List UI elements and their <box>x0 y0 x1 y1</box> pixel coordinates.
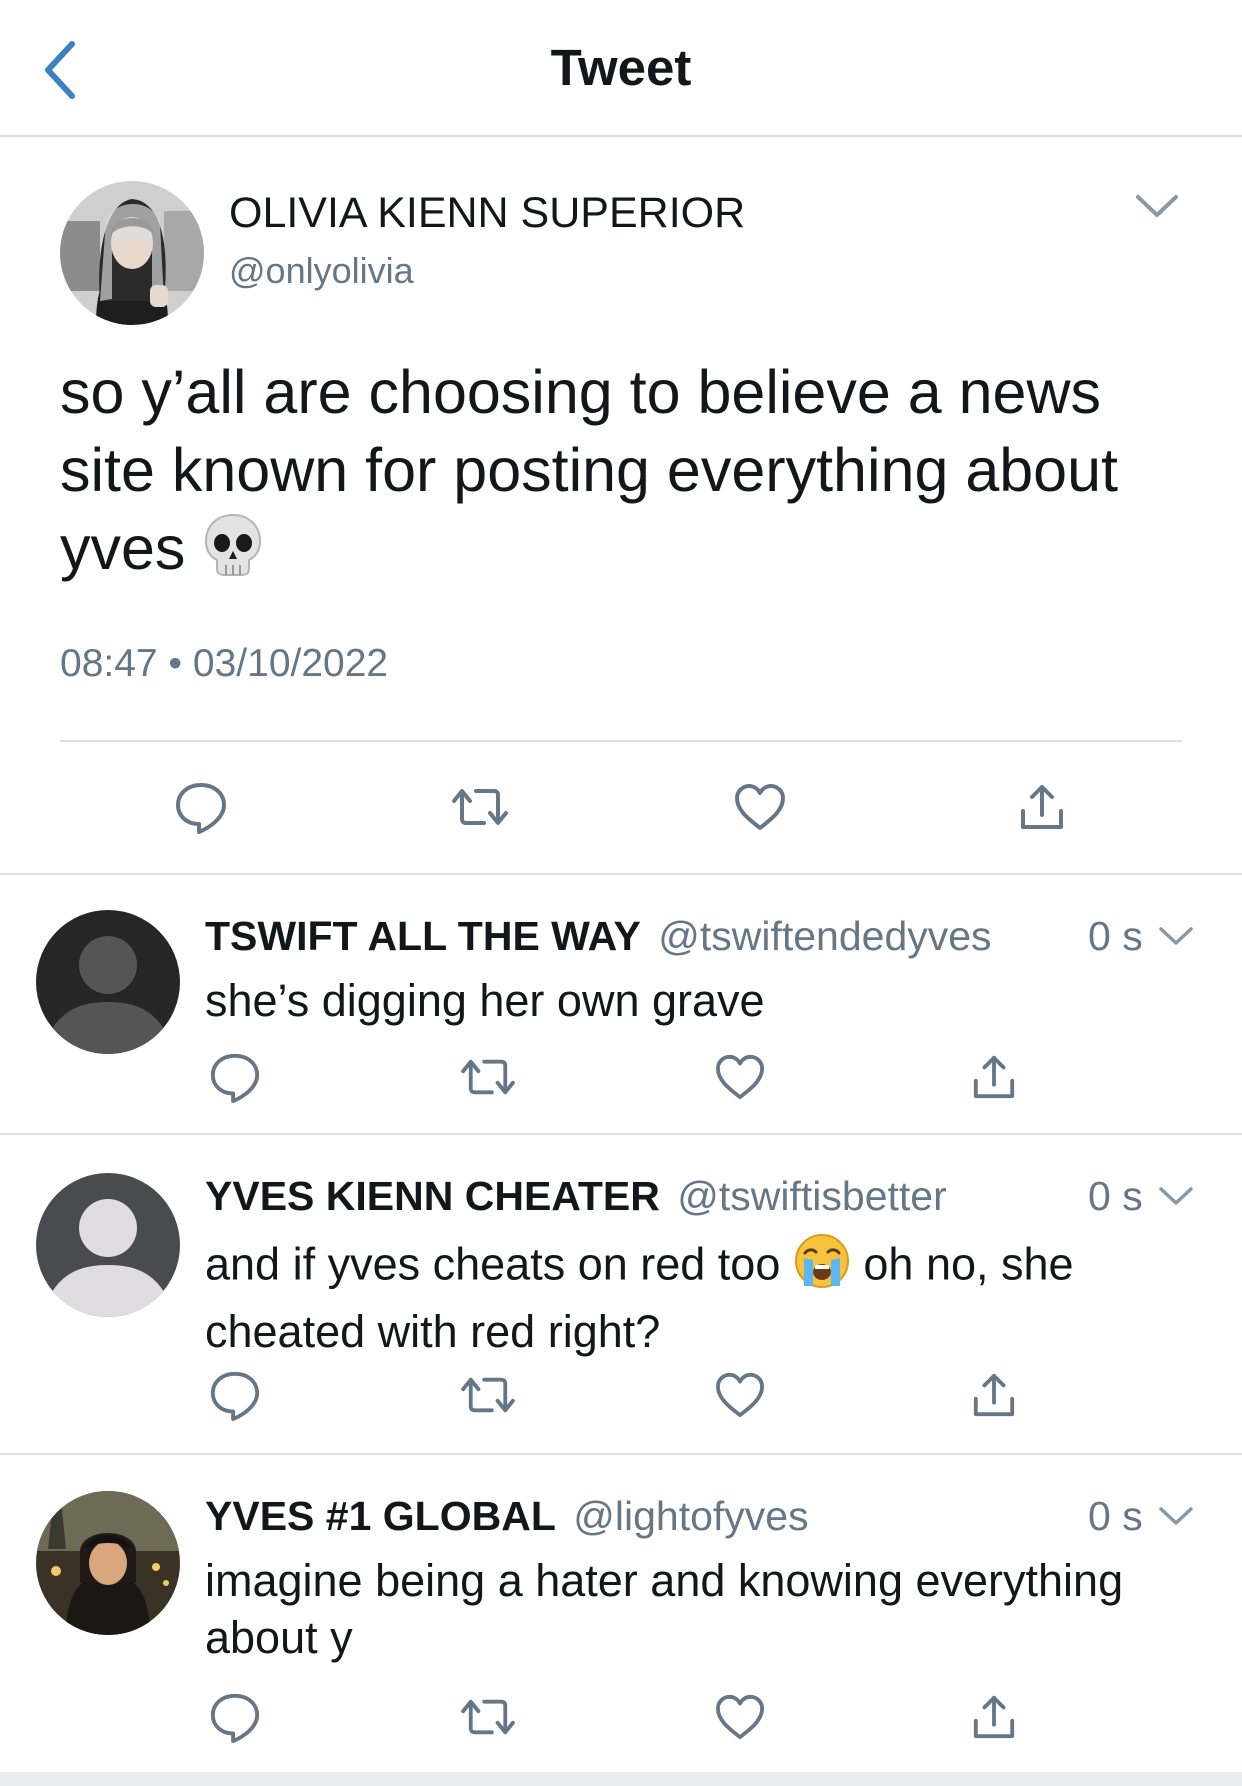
avatar[interactable] <box>60 181 204 325</box>
share-button[interactable] <box>1012 777 1072 837</box>
retweet-icon <box>461 1059 515 1095</box>
reply-text: and if yves cheats on red too oh no, she… <box>205 1232 1215 1360</box>
reply-author-handle[interactable]: @tswiftendedyves <box>658 913 991 959</box>
reply-author-name[interactable]: YVES KIENN CHEATER <box>205 1173 660 1219</box>
skull-emoji <box>202 511 264 595</box>
reply-icon <box>176 783 226 834</box>
like-button[interactable] <box>710 1687 770 1747</box>
avatar[interactable] <box>36 1173 180 1317</box>
reply-tweet[interactable]: TSWIFT ALL THE WAY @tswiftendedyves 0 s … <box>0 875 1242 1135</box>
reply-header: YVES KIENN CHEATER @tswiftisbetter <box>205 1173 947 1220</box>
reply-author-name[interactable]: TSWIFT ALL THE WAY <box>205 913 641 959</box>
main-tweet: OLIVIA KIENN SUPERIOR @onlyolivia so y’a… <box>0 137 1242 875</box>
reply-text: imagine being a hater and knowing everyt… <box>205 1555 1124 1663</box>
chevron-down-icon <box>1159 1187 1193 1205</box>
tweet-actions <box>0 777 1242 837</box>
heart-icon <box>716 1372 764 1418</box>
chevron-down-icon <box>1136 195 1178 217</box>
reply-text-before: and if yves cheats on red too <box>205 1238 781 1290</box>
share-icon <box>973 1055 1015 1099</box>
reply-header: TSWIFT ALL THE WAY @tswiftendedyves <box>205 913 992 960</box>
divider <box>60 740 1182 742</box>
heart-icon <box>716 1694 764 1740</box>
reply-author-handle[interactable]: @tswiftisbetter <box>677 1173 946 1219</box>
reply-icon <box>210 1693 260 1744</box>
retweet-button[interactable] <box>458 1687 518 1747</box>
author-name[interactable]: OLIVIA KIENN SUPERIOR <box>229 189 745 238</box>
top-navigation-bar: Tweet <box>0 0 1242 137</box>
reply-button[interactable] <box>171 777 231 837</box>
reply-time: 0 s <box>1088 1493 1143 1539</box>
retweet-icon <box>452 789 508 825</box>
reply-tweet[interactable]: YVES KIENN CHEATER @tswiftisbetter 0 s a… <box>0 1135 1242 1455</box>
more-options-button[interactable] <box>1157 921 1195 951</box>
retweet-button[interactable] <box>458 1365 518 1425</box>
reply-text: she’s digging her own grave <box>205 975 765 1026</box>
avatar[interactable] <box>36 1491 180 1635</box>
retweet-icon <box>461 1699 515 1735</box>
page-title: Tweet <box>550 39 692 96</box>
chevron-down-icon <box>1159 927 1193 945</box>
crying-face-emoji <box>793 1232 851 1303</box>
reply-header: YVES #1 GLOBAL @lightofyves <box>205 1493 809 1540</box>
heart-icon <box>716 1054 764 1100</box>
share-button[interactable] <box>964 1687 1024 1747</box>
reply-time: 0 s <box>1088 913 1143 959</box>
share-icon <box>973 1373 1015 1417</box>
reply-author-handle[interactable]: @lightofyves <box>573 1493 808 1539</box>
reply-author-name[interactable]: YVES #1 GLOBAL <box>205 1493 556 1539</box>
more-options-button[interactable] <box>1157 1501 1195 1531</box>
chevron-down-icon <box>1159 1507 1193 1525</box>
reply-tweet[interactable]: YVES #1 GLOBAL @lightofyves 0 s imagine … <box>0 1455 1242 1772</box>
share-icon <box>1021 785 1063 829</box>
more-options-button[interactable] <box>1132 187 1182 227</box>
retweet-button[interactable] <box>458 1047 518 1107</box>
more-options-button[interactable] <box>1157 1181 1195 1211</box>
retweet-button[interactable] <box>450 777 510 837</box>
reply-icon <box>210 1371 260 1422</box>
avatar[interactable] <box>36 910 180 1054</box>
reply-time: 0 s <box>1088 1173 1143 1219</box>
tweet-text: so y’all are choosing to believe a news … <box>60 353 1190 595</box>
heart-icon <box>735 784 785 830</box>
reply-button[interactable] <box>205 1687 265 1747</box>
like-button[interactable] <box>710 1047 770 1107</box>
share-button[interactable] <box>964 1365 1024 1425</box>
bottom-divider <box>0 1772 1242 1786</box>
reply-button[interactable] <box>205 1365 265 1425</box>
tweet-timestamp: 08:47 • 03/10/2022 <box>60 642 389 685</box>
share-icon <box>973 1695 1015 1739</box>
reply-icon <box>210 1053 260 1104</box>
reply-button[interactable] <box>205 1047 265 1107</box>
share-button[interactable] <box>964 1047 1024 1107</box>
retweet-icon <box>461 1377 515 1413</box>
like-button[interactable] <box>710 1365 770 1425</box>
author-handle[interactable]: @onlyolivia <box>229 250 414 292</box>
like-button[interactable] <box>730 777 790 837</box>
